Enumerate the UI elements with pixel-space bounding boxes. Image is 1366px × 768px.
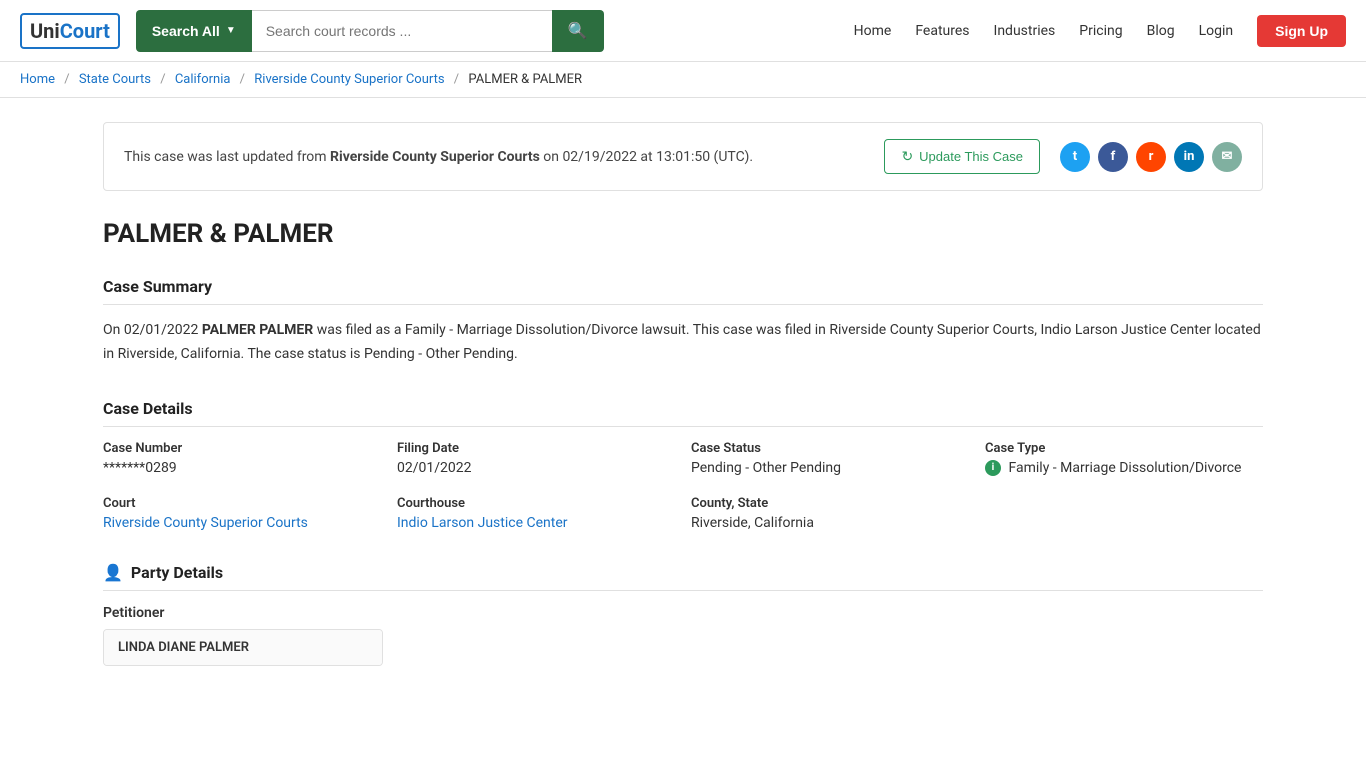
filing-date-value: 02/01/2022 (397, 460, 675, 476)
court-value: Riverside County Superior Courts (103, 515, 381, 531)
chevron-down-icon: ▼ (226, 25, 236, 36)
update-notice-text: This case was last updated from Riversid… (124, 149, 884, 165)
party-details-section: 👤 Party Details Petitioner LINDA DIANE P… (103, 563, 1263, 670)
case-status-item: Case Status Pending - Other Pending (691, 441, 969, 476)
reddit-share-icon[interactable]: r (1136, 142, 1166, 172)
court-item: Court Riverside County Superior Courts (103, 496, 381, 531)
courthouse-link[interactable]: Indio Larson Justice Center (397, 515, 568, 531)
case-type-value: i Family - Marriage Dissolution/Divorce (985, 460, 1263, 476)
case-number-value: *******0289 (103, 460, 381, 476)
courthouse-value: Indio Larson Justice Center (397, 515, 675, 531)
nav-pricing[interactable]: Pricing (1079, 23, 1122, 39)
case-details-section: Case Details Case Number *******0289 Fil… (103, 399, 1263, 531)
breadcrumb-state-courts[interactable]: State Courts (79, 72, 151, 87)
petitioner-name: LINDA DIANE PALMER (118, 640, 249, 655)
person-icon: 👤 (103, 563, 123, 582)
breadcrumb-sep-1: / (64, 72, 69, 87)
filing-date-item: Filing Date 02/01/2022 (397, 441, 675, 476)
court-label: Court (103, 496, 381, 511)
case-details-grid-row1: Case Number *******0289 Filing Date 02/0… (103, 441, 1263, 476)
court-link[interactable]: Riverside County Superior Courts (103, 515, 308, 531)
logo-text: UniCourt (20, 13, 120, 49)
update-case-button[interactable]: ↻ Update This Case (884, 139, 1040, 174)
filing-date-label: Filing Date (397, 441, 675, 456)
courthouse-item: Courthouse Indio Larson Justice Center (397, 496, 675, 531)
petitioner-role-label: Petitioner (103, 605, 1263, 621)
empty-item (985, 496, 1263, 531)
linkedin-share-icon[interactable]: in (1174, 142, 1204, 172)
social-icons: t f r in ✉ (1060, 142, 1242, 172)
search-all-button[interactable]: Search All ▼ (136, 10, 252, 52)
party-details-title: 👤 Party Details (103, 563, 1263, 591)
nav-features[interactable]: Features (915, 23, 969, 39)
search-all-label: Search All (152, 23, 220, 39)
case-number-label: Case Number (103, 441, 381, 456)
notice-court-name: Riverside County Superior Courts (330, 149, 540, 165)
search-icon: 🔍 (568, 23, 588, 40)
breadcrumb-riverside[interactable]: Riverside County Superior Courts (254, 72, 444, 87)
case-status-label: Case Status (691, 441, 969, 456)
logo[interactable]: UniCourt (20, 13, 120, 49)
email-share-icon[interactable]: ✉ (1212, 142, 1242, 172)
info-icon: i (985, 460, 1001, 476)
breadcrumb-current: PALMER & PALMER (468, 72, 582, 87)
summary-party: PALMER PALMER (202, 322, 313, 338)
breadcrumb-sep-4: / (454, 72, 459, 87)
facebook-share-icon[interactable]: f (1098, 142, 1128, 172)
refresh-icon: ↻ (901, 148, 913, 165)
case-status-value: Pending - Other Pending (691, 460, 969, 476)
search-group: Search All ▼ 🔍 (136, 10, 604, 52)
nav-industries[interactable]: Industries (994, 23, 1056, 39)
party-section-label: Party Details (131, 563, 223, 582)
header: UniCourt Search All ▼ 🔍 Home Features In… (0, 0, 1366, 62)
search-button[interactable]: 🔍 (552, 10, 604, 52)
nav-home[interactable]: Home (854, 23, 892, 39)
main-content: This case was last updated from Riversid… (83, 98, 1283, 726)
update-notice: This case was last updated from Riversid… (103, 122, 1263, 191)
case-summary-text: On 02/01/2022 PALMER PALMER was filed as… (103, 319, 1263, 367)
notice-before: This case was last updated from (124, 149, 330, 165)
case-type-text: Family - Marriage Dissolution/Divorce (1008, 460, 1241, 476)
case-details-grid-row2: Court Riverside County Superior Courts C… (103, 496, 1263, 531)
case-type-label: Case Type (985, 441, 1263, 456)
case-number-item: Case Number *******0289 (103, 441, 381, 476)
nav: Home Features Industries Pricing Blog Lo… (854, 15, 1346, 47)
case-summary-title: Case Summary (103, 277, 1263, 305)
signup-button[interactable]: Sign Up (1257, 15, 1346, 47)
case-title: PALMER & PALMER (103, 219, 1263, 249)
county-state-value: Riverside, California (691, 515, 969, 531)
update-btn-label: Update This Case (919, 149, 1023, 164)
notice-after: on 02/19/2022 at 13:01:50 (UTC). (540, 149, 753, 165)
county-state-label: County, State (691, 496, 969, 511)
twitter-share-icon[interactable]: t (1060, 142, 1090, 172)
breadcrumb-sep-3: / (240, 72, 245, 87)
search-input[interactable] (252, 10, 552, 52)
summary-date: 02/01/2022 (124, 322, 199, 338)
breadcrumb-sep-2: / (160, 72, 165, 87)
county-state-item: County, State Riverside, California (691, 496, 969, 531)
petitioner-row: LINDA DIANE PALMER (104, 630, 382, 665)
breadcrumb-home[interactable]: Home (20, 72, 55, 87)
petitioner-table: LINDA DIANE PALMER (103, 629, 383, 666)
courthouse-label: Courthouse (397, 496, 675, 511)
breadcrumb: Home / State Courts / California / River… (0, 62, 1366, 98)
case-summary-section: Case Summary On 02/01/2022 PALMER PALMER… (103, 277, 1263, 367)
nav-login[interactable]: Login (1199, 23, 1234, 39)
nav-blog[interactable]: Blog (1147, 23, 1175, 39)
case-type-item: Case Type i Family - Marriage Dissolutio… (985, 441, 1263, 476)
case-details-title: Case Details (103, 399, 1263, 427)
breadcrumb-california[interactable]: California (175, 72, 231, 87)
